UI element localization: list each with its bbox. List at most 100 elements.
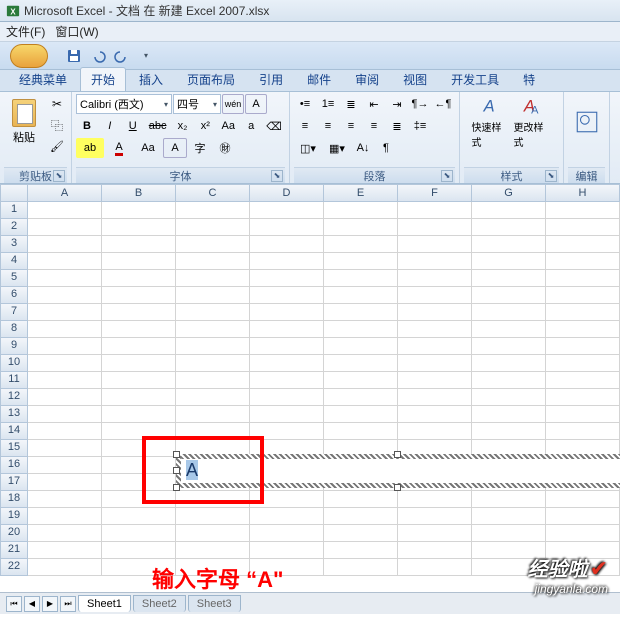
cell[interactable] [176, 304, 250, 321]
cell[interactable] [472, 525, 546, 542]
row-header[interactable]: 14 [0, 423, 28, 440]
cell[interactable] [472, 508, 546, 525]
cell[interactable] [250, 372, 324, 389]
row-header[interactable]: 6 [0, 287, 28, 304]
cell[interactable] [250, 236, 324, 253]
cell[interactable] [546, 355, 620, 372]
cell[interactable] [324, 508, 398, 525]
cell[interactable] [472, 236, 546, 253]
row-header[interactable]: 16 [0, 457, 28, 474]
cell[interactable] [398, 542, 472, 559]
align-right-button[interactable]: ≡ [340, 116, 362, 136]
cell[interactable] [176, 525, 250, 542]
cell[interactable] [102, 338, 176, 355]
cell[interactable] [398, 423, 472, 440]
borders-button[interactable]: ▦▾ [323, 138, 351, 158]
cell[interactable] [398, 304, 472, 321]
paragraph-launcher[interactable]: ⬊ [441, 170, 453, 182]
cell[interactable] [176, 236, 250, 253]
tab-home[interactable]: 开始 [80, 67, 126, 91]
cell[interactable] [102, 287, 176, 304]
sheet-nav-next[interactable]: ▶ [42, 596, 58, 612]
cell[interactable] [28, 457, 102, 474]
tab-pagelayout[interactable]: 页面布局 [176, 67, 246, 91]
row-header[interactable]: 21 [0, 542, 28, 559]
row-header[interactable]: 9 [0, 338, 28, 355]
cell[interactable] [546, 287, 620, 304]
column-header-G[interactable]: G [472, 184, 546, 202]
cell[interactable] [176, 372, 250, 389]
cell[interactable] [546, 202, 620, 219]
cell[interactable] [28, 372, 102, 389]
grow-font-button[interactable]: Aa [217, 116, 239, 136]
cell[interactable] [28, 253, 102, 270]
cell[interactable] [102, 236, 176, 253]
cell[interactable] [398, 219, 472, 236]
cell[interactable] [250, 287, 324, 304]
tab-view[interactable]: 视图 [392, 67, 438, 91]
column-header-C[interactable]: C [176, 184, 250, 202]
qat-customize-dropdown[interactable]: ▾ [136, 46, 156, 66]
cell[interactable] [398, 236, 472, 253]
row-header[interactable]: 17 [0, 474, 28, 491]
cell[interactable] [546, 508, 620, 525]
cell[interactable] [398, 338, 472, 355]
tab-references[interactable]: 引用 [248, 67, 294, 91]
cell[interactable] [250, 525, 324, 542]
cell[interactable] [250, 202, 324, 219]
cell[interactable] [250, 253, 324, 270]
cell[interactable] [398, 389, 472, 406]
row-header[interactable]: 7 [0, 304, 28, 321]
cell[interactable] [28, 525, 102, 542]
cell[interactable] [250, 491, 324, 508]
cell[interactable] [102, 542, 176, 559]
cell[interactable] [176, 389, 250, 406]
menu-file[interactable]: 文件(F) [6, 23, 45, 40]
cell[interactable] [102, 321, 176, 338]
char-border-button[interactable]: A [245, 94, 267, 114]
cell[interactable] [28, 491, 102, 508]
align-left-button[interactable]: ≡ [294, 116, 316, 136]
font-color-button[interactable]: A [105, 138, 133, 158]
sheet-nav-first[interactable]: ⏮ [6, 596, 22, 612]
cell[interactable] [250, 321, 324, 338]
cell[interactable] [398, 508, 472, 525]
shading-button[interactable]: ◫▾ [294, 138, 322, 158]
line-spacing-button[interactable]: ‡≡ [409, 116, 431, 136]
cell[interactable] [472, 321, 546, 338]
cell[interactable] [472, 355, 546, 372]
cell[interactable] [324, 253, 398, 270]
cell[interactable] [472, 304, 546, 321]
circle-char-button[interactable]: 字 [188, 138, 212, 158]
cell[interactable] [250, 389, 324, 406]
cell[interactable] [324, 355, 398, 372]
cell[interactable] [324, 236, 398, 253]
cell[interactable] [472, 270, 546, 287]
paste-button[interactable]: 粘贴 [4, 94, 44, 150]
rtl-button[interactable]: ←¶ [432, 94, 454, 114]
cell[interactable] [546, 304, 620, 321]
cell[interactable] [546, 253, 620, 270]
cell[interactable] [250, 423, 324, 440]
cell[interactable] [398, 287, 472, 304]
text-box[interactable]: A [176, 454, 620, 488]
cell[interactable] [176, 542, 250, 559]
ltr-button[interactable]: ¶→ [409, 94, 431, 114]
styles-launcher[interactable]: ⬊ [545, 170, 557, 182]
column-header-H[interactable]: H [546, 184, 620, 202]
cell[interactable] [398, 253, 472, 270]
font-name-combo[interactable]: Calibri (西文)▾ [76, 94, 172, 114]
cell[interactable] [324, 389, 398, 406]
cell[interactable] [324, 321, 398, 338]
subscript-button[interactable]: x₂ [172, 116, 194, 136]
tab-developer[interactable]: 开发工具 [440, 67, 510, 91]
cell[interactable] [102, 406, 176, 423]
cell[interactable] [102, 491, 176, 508]
cell[interactable] [324, 287, 398, 304]
cell[interactable] [398, 491, 472, 508]
sheet-tab-1[interactable]: Sheet1 [78, 595, 131, 612]
column-header-E[interactable]: E [324, 184, 398, 202]
cell[interactable] [324, 406, 398, 423]
cell[interactable] [472, 287, 546, 304]
cell[interactable] [176, 321, 250, 338]
